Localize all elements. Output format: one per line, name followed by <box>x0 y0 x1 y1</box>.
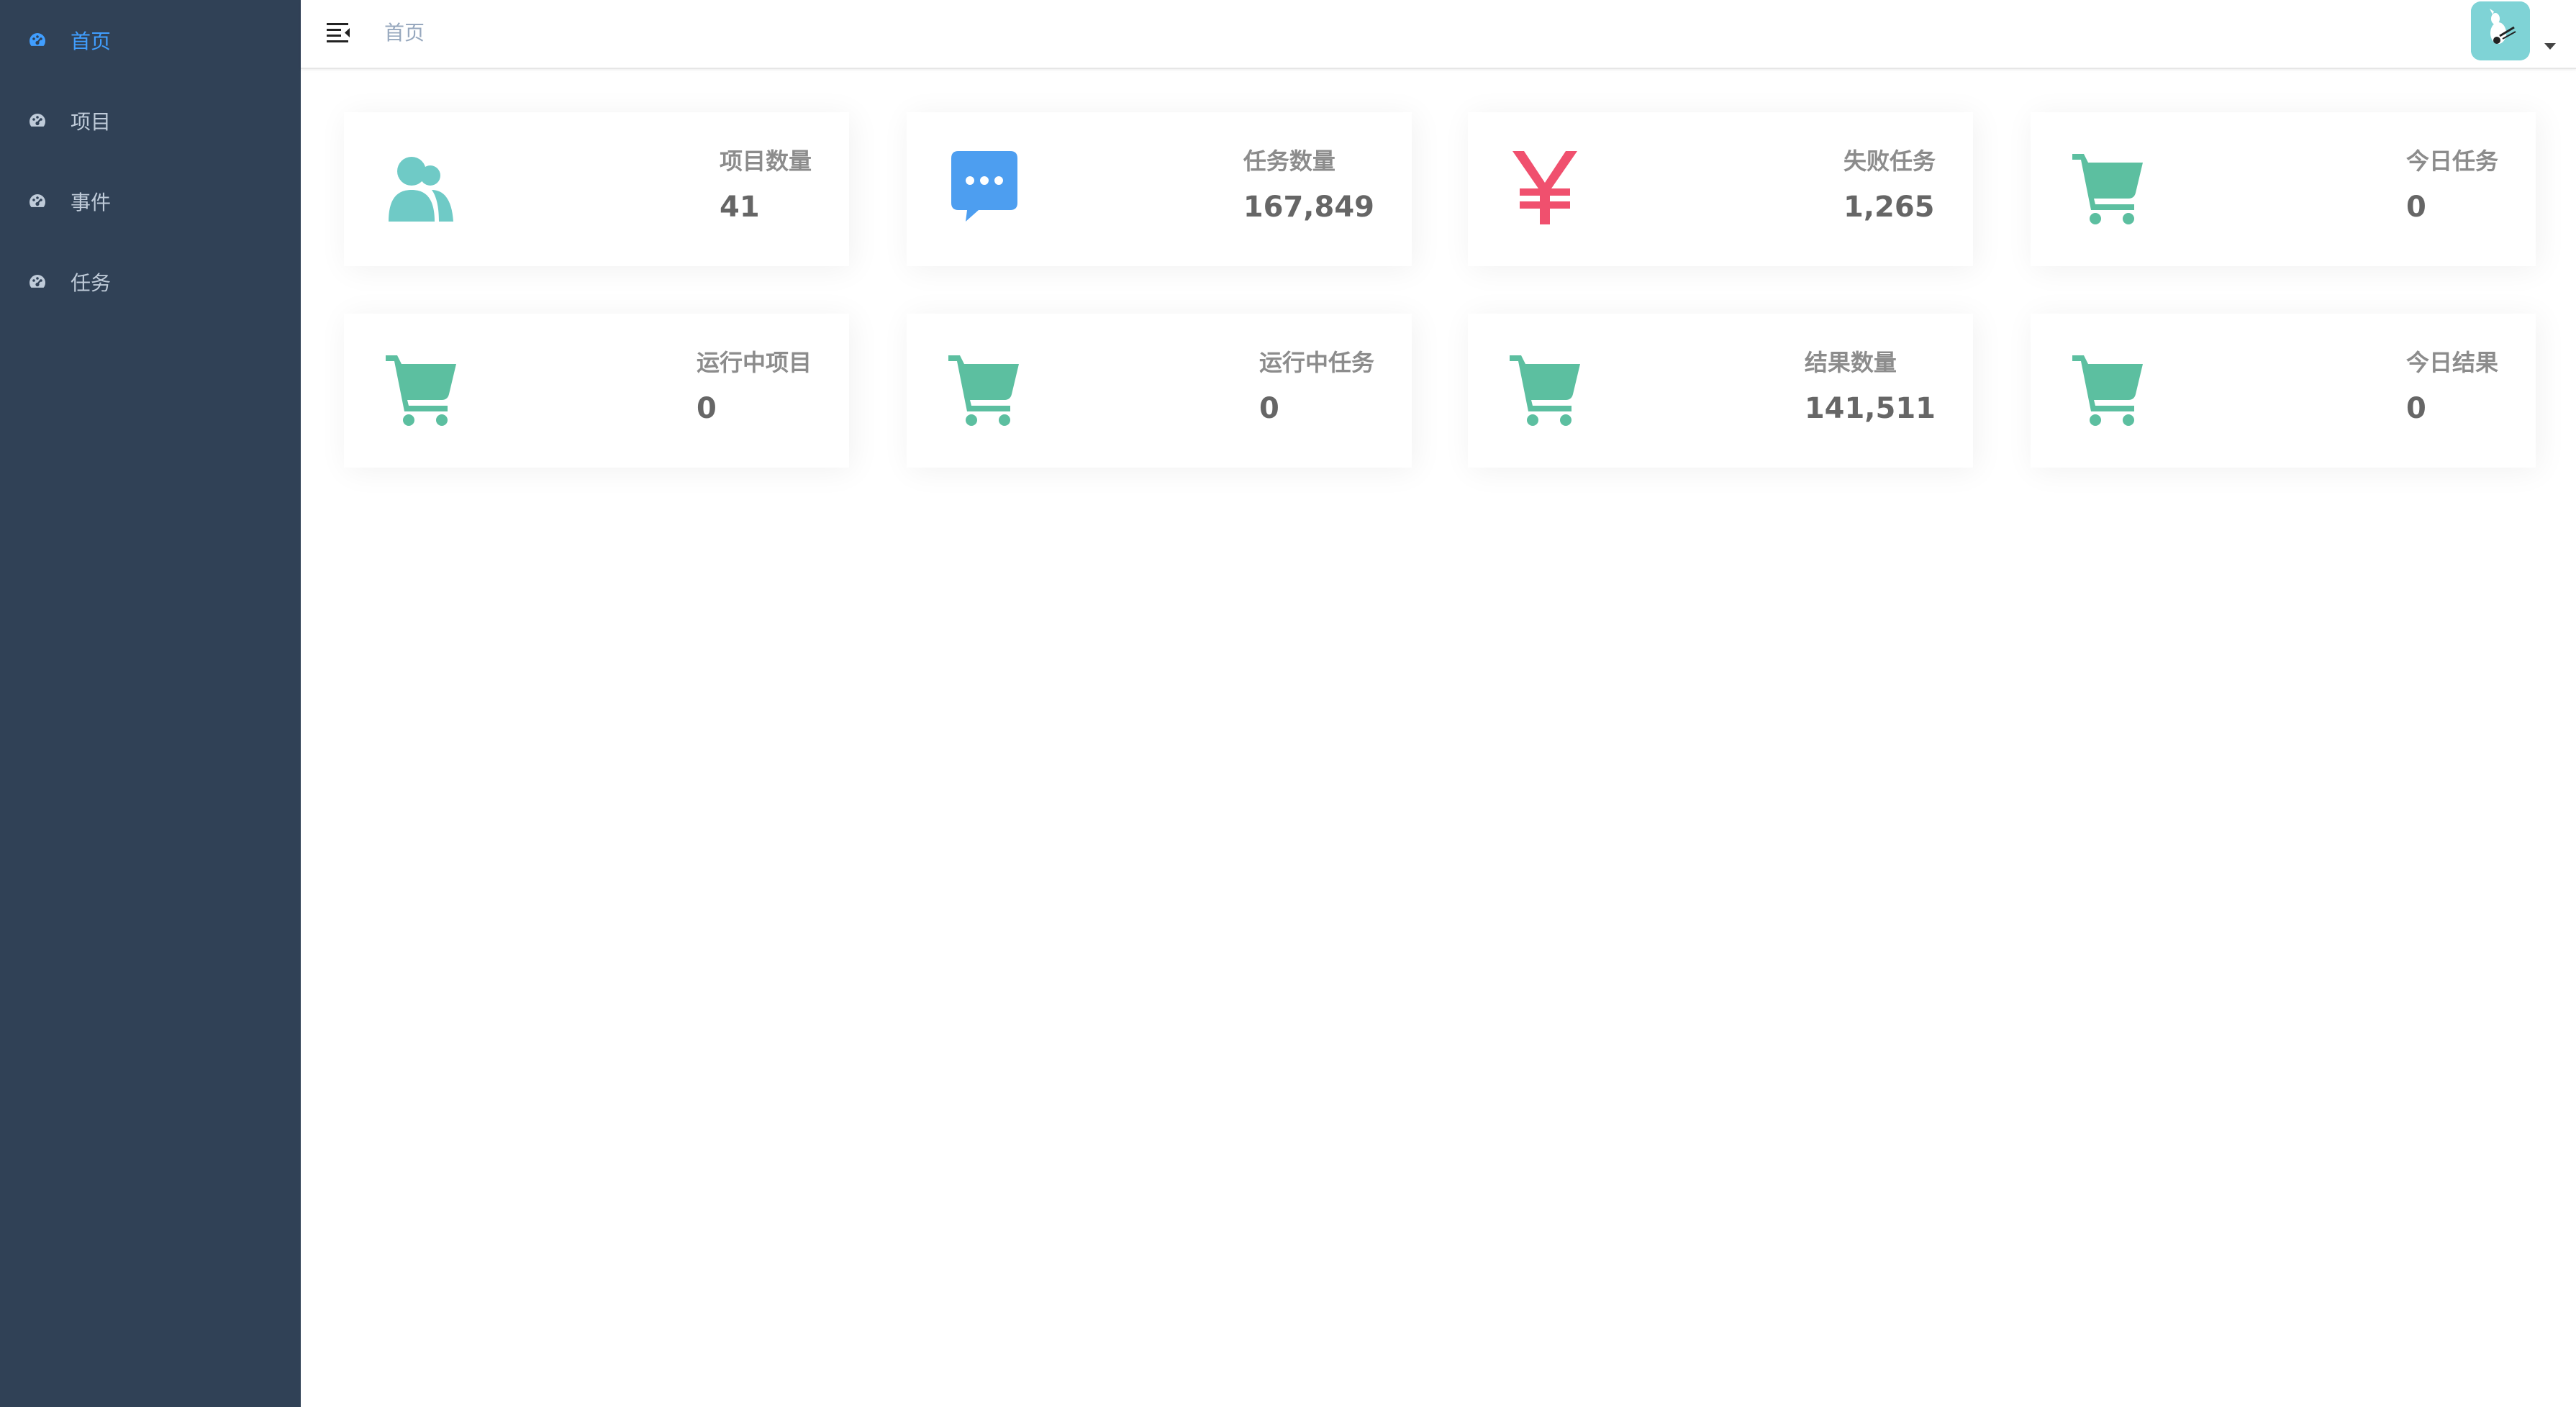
card-value: 1,265 <box>1843 191 1935 224</box>
card-text: 项目数量 41 <box>720 145 812 227</box>
sidebar-item-label: 任务 <box>71 271 112 295</box>
avatar[interactable] <box>2471 1 2530 60</box>
card-title: 结果数量 <box>1804 349 1897 376</box>
card-value: 167,849 <box>1243 191 1374 224</box>
breadcrumb: 首页 <box>384 21 425 45</box>
card-title: 运行中项目 <box>696 349 812 376</box>
shopping-cart-icon <box>2072 355 2143 426</box>
sidebar-item-label: 事件 <box>71 191 112 214</box>
card-value: 0 <box>696 392 717 425</box>
shopping-cart-icon <box>2072 154 2143 224</box>
card-title: 任务数量 <box>1243 147 1335 175</box>
avatar-icon <box>2471 1 2530 60</box>
sidebar-item-events[interactable]: 事件 <box>0 161 301 242</box>
card-title: 失败任务 <box>1843 147 1936 175</box>
card-title: 运行中任务 <box>1258 349 1374 376</box>
stat-card-results[interactable]: 结果数量 141,511 <box>1468 314 1973 468</box>
message-icon <box>951 151 1017 222</box>
navbar: 首页 <box>301 0 2576 69</box>
card-text: 结果数量 141,511 <box>1805 347 1936 429</box>
card-text: 任务数量 167,849 <box>1243 145 1374 227</box>
app-root: 首页 项目 事件 任务 首页 项目数量 41 任务数量 167,849 失败任务… <box>0 0 2576 1407</box>
card-text: 今日任务 0 <box>2406 145 2498 227</box>
card-text: 运行中项目 0 <box>697 347 812 429</box>
peoples-icon <box>389 157 453 222</box>
shopping-cart-icon <box>1510 355 1580 426</box>
shopping-cart-icon <box>948 355 1019 426</box>
stat-card-tasks[interactable]: 任务数量 167,849 <box>907 112 1412 266</box>
stat-card-running-projects[interactable]: 运行中项目 0 <box>344 314 849 468</box>
caret-down-icon[interactable] <box>2544 43 2556 50</box>
card-title: 今日结果 <box>2405 349 2498 376</box>
sidebar-item-label: 首页 <box>71 29 112 53</box>
card-title: 项目数量 <box>719 147 812 175</box>
card-title: 今日任务 <box>2405 147 2498 175</box>
sidebar: 首页 项目 事件 任务 <box>0 0 301 1407</box>
shopping-cart-icon <box>386 355 456 426</box>
stat-card-today-tasks[interactable]: 今日任务 0 <box>2031 112 2536 266</box>
card-value: 141,511 <box>1804 392 1936 425</box>
card-text: 运行中任务 0 <box>1259 347 1374 429</box>
card-value: 0 <box>2405 392 2426 425</box>
sidebar-item-projects[interactable]: 项目 <box>0 81 301 161</box>
stat-card-projects[interactable]: 项目数量 41 <box>344 112 849 266</box>
stat-card-failed[interactable]: 失败任务 1,265 <box>1468 112 1973 266</box>
sidebar-item-home[interactable]: 首页 <box>0 0 301 81</box>
card-value: 41 <box>719 191 760 224</box>
card-text: 今日结果 0 <box>2406 347 2498 429</box>
card-text: 失败任务 1,265 <box>1843 145 1936 227</box>
sidebar-item-tasks[interactable]: 任务 <box>0 242 301 322</box>
avatar-dropdown[interactable] <box>2471 1 2556 63</box>
stat-card-today-results[interactable]: 今日结果 0 <box>2031 314 2536 468</box>
dashboard-icon <box>30 114 46 127</box>
card-value: 0 <box>1258 392 1279 425</box>
money-icon <box>1513 151 1577 224</box>
card-value: 0 <box>2405 191 2426 224</box>
hamburger-icon[interactable] <box>325 19 354 47</box>
dashboard-icon <box>30 275 46 288</box>
sidebar-item-label: 项目 <box>71 110 112 134</box>
dashboard-icon <box>30 194 46 207</box>
dashboard-icon <box>30 33 46 46</box>
stat-card-running-tasks[interactable]: 运行中任务 0 <box>907 314 1412 468</box>
